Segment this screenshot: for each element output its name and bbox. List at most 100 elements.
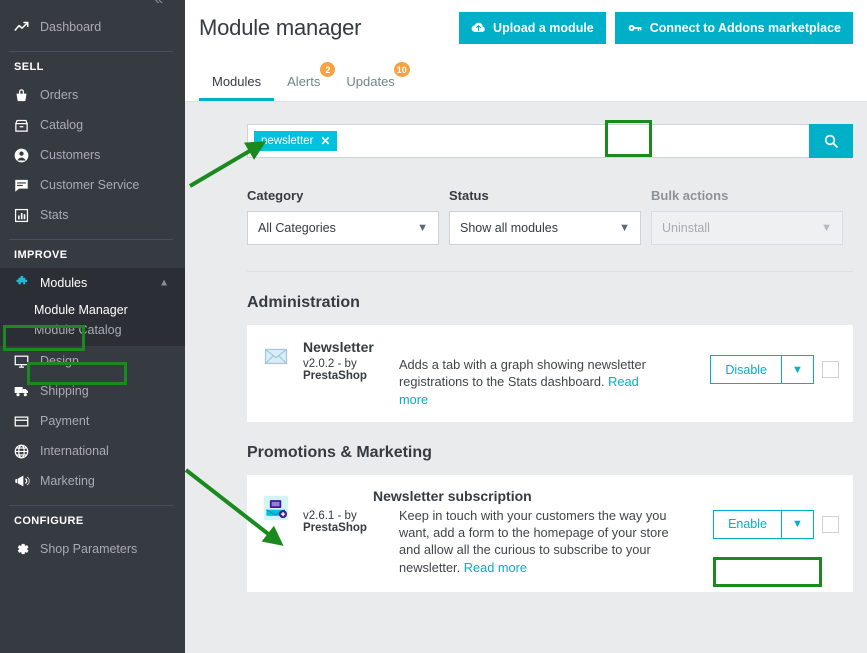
chevron-down-icon: ▼ — [619, 222, 630, 234]
key-icon — [627, 20, 643, 36]
chevron-down-icon: ▼ — [821, 222, 832, 234]
sidebar-item-shipping[interactable]: Shipping — [0, 376, 185, 406]
read-more-link[interactable]: Read more — [464, 560, 527, 575]
disable-button[interactable]: Disable — [710, 355, 782, 384]
puzzle-icon — [14, 275, 40, 291]
gear-icon — [14, 541, 40, 557]
sidebar-item-label: Design — [40, 354, 79, 368]
tab-badge-updates: 10 — [393, 62, 410, 77]
upload-button-label: Upload a module — [493, 20, 594, 35]
monitor-icon — [14, 354, 40, 369]
module-card-newsletter: Newsletter v2.0.2 - by PrestaShop Adds a… — [247, 325, 853, 422]
cloud-upload-icon — [471, 20, 486, 35]
sidebar-item-customers[interactable]: Customers — [0, 140, 185, 170]
upload-a-module-button[interactable]: Upload a module — [459, 11, 606, 44]
sidebar-item-label: Customer Service — [40, 178, 140, 192]
filter-label: Status — [449, 188, 489, 203]
sidebar-item-orders[interactable]: Orders — [0, 80, 185, 110]
sidebar-item-shop-parameters[interactable]: Shop Parameters — [0, 534, 185, 564]
filter-status: Status Show all modules ▼ — [449, 188, 641, 245]
chevron-down-icon[interactable]: ▼ — [782, 355, 814, 384]
module-author: PrestaShop — [303, 370, 367, 382]
module-checkbox[interactable] — [822, 361, 839, 378]
tab-bar: Modules Alerts 2 Updates 10 — [185, 55, 867, 102]
chat-icon — [14, 178, 40, 193]
chevron-down-icon: ▼ — [417, 222, 428, 234]
sidebar-item-label: Orders — [40, 88, 79, 102]
sidebar-item-dashboard[interactable]: Dashboard — [0, 12, 185, 42]
module-version: v2.0.2 - by — [303, 358, 357, 370]
module-actions: Disable ▼ — [710, 339, 839, 384]
user-circle-icon — [14, 148, 40, 163]
sidebar-item-design[interactable]: Design — [0, 346, 185, 376]
sidebar-section-improve: IMPROVE — [14, 249, 68, 261]
sidebar-item-label: Customers — [40, 148, 101, 162]
sidebar-item-label: Payment — [40, 414, 90, 428]
search-tag-label: newsletter — [261, 135, 314, 147]
search-button[interactable] — [809, 124, 853, 158]
sidebar-item-module-manager[interactable]: Module Manager — [0, 300, 185, 320]
category-select[interactable]: All Categories ▼ — [247, 211, 439, 245]
module-description-text: Keep in touch with your customers the wa… — [399, 507, 669, 575]
filters-row: Category All Categories ▼ Status Show al… — [185, 158, 867, 245]
status-select[interactable]: Show all modules ▼ — [449, 211, 641, 245]
module-author: PrestaShop — [303, 521, 367, 534]
newsletter-subscription-icon — [261, 493, 291, 523]
sidebar-divider — [9, 505, 173, 506]
main-content: Module manager Upload a module Connect t… — [185, 0, 867, 653]
sidebar-item-label: Modules — [40, 276, 88, 290]
sidebar-item-stats[interactable]: Stats — [0, 200, 185, 230]
sidebar-item-label: Shipping — [40, 384, 89, 398]
connect-to-addons-marketplace-button[interactable]: Connect to Addons marketplace — [614, 11, 853, 44]
store-icon — [14, 118, 40, 133]
tab-label: Alerts — [287, 74, 321, 89]
tab-label: Updates — [346, 74, 395, 89]
close-icon[interactable]: ✕ — [320, 134, 330, 148]
truck-icon — [14, 383, 40, 399]
globe-icon — [14, 444, 40, 459]
tab-updates[interactable]: Updates 10 — [333, 62, 410, 101]
module-card-newsletter-subscription: Newsletter subscription v2.6.1 - by Pres… — [247, 474, 853, 592]
sidebar-item-payment[interactable]: Payment — [0, 406, 185, 436]
chevron-down-icon[interactable]: ▼ — [782, 509, 814, 539]
search-input[interactable]: newsletter ✕ — [247, 124, 810, 158]
sidebar-section-sell: SELL — [14, 61, 44, 73]
module-name: Newsletter — [303, 339, 374, 355]
module-checkbox[interactable] — [822, 515, 839, 533]
search-row: newsletter ✕ — [185, 124, 867, 158]
module-name: Newsletter subscription — [373, 487, 532, 504]
module-actions: Enable ▼ — [713, 485, 839, 539]
sidebar-item-label: Catalog — [40, 118, 84, 132]
module-meta: Newsletter v2.0.2 - by PrestaShop — [303, 339, 395, 382]
sidebar-item-label: Shop Parameters — [40, 542, 138, 556]
sidebar-item-customer-service[interactable]: Customer Service — [0, 170, 185, 200]
section-title-administration: Administration — [247, 294, 360, 311]
sidebar-item-international[interactable]: International — [0, 436, 185, 466]
megaphone-icon — [14, 473, 40, 489]
enable-button[interactable]: Enable — [713, 509, 782, 539]
chevron-up-icon: ▲ — [159, 277, 169, 289]
module-manager-page: « Dashboard SELL Orders Catalog — [0, 0, 867, 653]
tab-alerts[interactable]: Alerts 2 — [274, 62, 336, 101]
filter-bulk-actions: Bulk actions Uninstall ▼ — [651, 188, 843, 245]
envelope-icon — [261, 341, 291, 371]
credit-card-icon — [14, 414, 40, 429]
sidebar-item-catalog[interactable]: Catalog — [0, 110, 185, 140]
sidebar-item-modules[interactable]: Modules ▲ — [0, 268, 185, 298]
tab-modules[interactable]: Modules — [199, 74, 275, 101]
header-actions: Upload a module Connect to Addons market… — [459, 11, 853, 44]
bulk-actions-select-value: Uninstall — [662, 221, 710, 235]
bar-chart-icon — [14, 208, 40, 223]
category-select-value: All Categories — [258, 221, 336, 235]
double-chevron-left-icon[interactable]: « — [155, 0, 163, 7]
search-tag-newsletter: newsletter ✕ — [254, 131, 338, 151]
sidebar-item-marketing[interactable]: Marketing — [0, 466, 185, 496]
tab-label: Modules — [212, 74, 262, 89]
basket-icon — [14, 88, 40, 103]
sidebar-collapse-row: « — [0, 0, 185, 12]
sidebar-item-module-catalog[interactable]: Module Catalog — [0, 320, 185, 340]
sidebar-item-label: Marketing — [40, 474, 95, 488]
sidebar-divider — [9, 239, 173, 240]
breadcrumb — [199, 0, 202, 7]
filter-label: Category — [247, 188, 304, 203]
